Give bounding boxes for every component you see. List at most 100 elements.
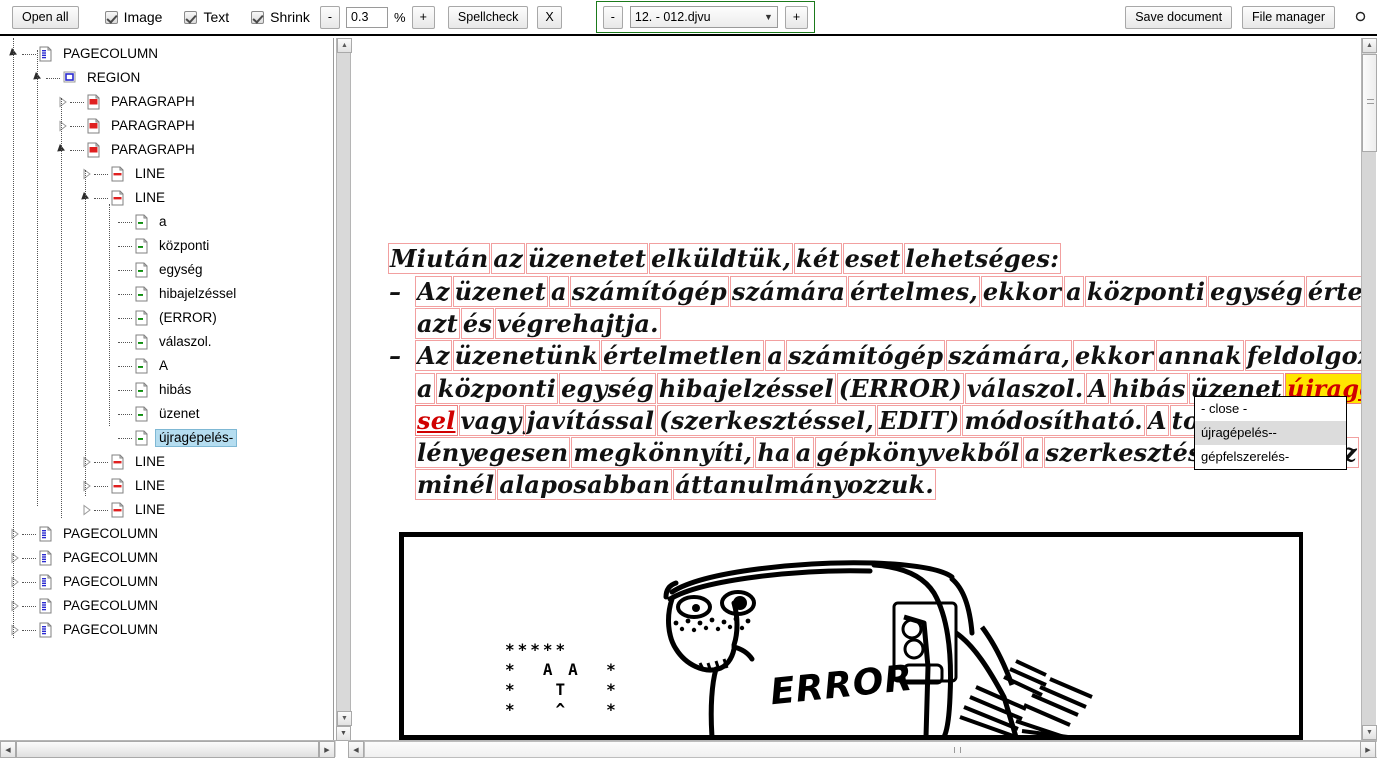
structure-tree-panel[interactable]: PAGECOLUMN REGION PARAGRAPH PARAGRAPH PARAGR… — [0, 38, 334, 740]
tree-node[interactable]: hibajelzéssel — [0, 282, 333, 306]
file-manager-button[interactable]: File manager — [1242, 5, 1335, 29]
checkbox-image-box[interactable] — [104, 10, 118, 24]
document-scroll-up-button[interactable]: ▲ — [1362, 38, 1377, 53]
spellcheck-suggestion-popup[interactable]: - close - újragépelés-- gépfelszerelés- — [1194, 396, 1347, 470]
expander-open-icon[interactable] — [80, 192, 92, 204]
structure-tree[interactable]: PAGECOLUMN REGION PARAGRAPH PARAGRAPH PARAGR… — [0, 38, 333, 642]
checkbox-image[interactable]: Image — [104, 9, 162, 25]
tree-vertical-scrollbar[interactable]: ▲ ▼ — [336, 38, 352, 726]
main-toolbar: Open all Image Text Shrink - % + Spellch… — [0, 0, 1377, 36]
tree-horizontal-scrollbar[interactable]: ◀ ▶ — [0, 740, 336, 758]
tree-node[interactable]: hibás — [0, 378, 333, 402]
save-document-button[interactable]: Save document — [1125, 5, 1233, 29]
document-vertical-scrollbar[interactable]: ▲ ▼ — [1361, 38, 1377, 740]
document-vscroll-thumb[interactable] — [1362, 54, 1377, 152]
close-spellcheck-button[interactable]: X — [537, 5, 562, 29]
checkbox-text-box[interactable] — [184, 10, 198, 24]
tree-node[interactable]: PAGECOLUMN — [0, 546, 333, 570]
tree-guide-line — [13, 38, 14, 638]
tree-node[interactable]: PAGECOLUMN — [0, 42, 333, 66]
word-icon — [135, 382, 150, 399]
tree-node[interactable]: PAGECOLUMN — [0, 522, 333, 546]
tree-scroll-left-button[interactable]: ◀ — [0, 741, 16, 758]
tree-guide-line — [109, 204, 110, 426]
suggestion-item[interactable]: - close - — [1195, 397, 1346, 421]
tree-scroll-up-button[interactable]: ▲ — [337, 38, 352, 53]
tree-scroll-right-button[interactable]: ▶ — [319, 741, 335, 758]
document-scroll-left-button[interactable]: ◀ — [348, 741, 364, 758]
expander-closed-icon[interactable] — [8, 600, 20, 612]
tree-connector-line — [22, 629, 36, 631]
checkbox-text[interactable]: Text — [184, 9, 229, 25]
tree-node[interactable]: a — [0, 210, 333, 234]
document-horizontal-scrollbar[interactable]: ◀ ▶ — [348, 740, 1377, 758]
open-all-button[interactable]: Open all — [12, 5, 79, 29]
tree-node-label: LINE — [135, 502, 166, 517]
tree-node[interactable]: A — [0, 354, 333, 378]
tree-node-label: PARAGRAPH — [111, 142, 195, 157]
expander-closed-icon[interactable] — [8, 576, 20, 588]
document-hscroll-thumb[interactable] — [364, 741, 1377, 758]
word-icon — [135, 214, 150, 231]
tree-node[interactable]: PARAGRAPH — [0, 114, 333, 138]
tree-node[interactable]: PAGECOLUMN — [0, 618, 333, 642]
expander-closed-icon[interactable] — [80, 168, 92, 180]
page-prev-button[interactable]: - — [602, 5, 623, 29]
line-icon — [111, 166, 126, 183]
tree-connector-line — [118, 413, 132, 415]
document-scroll-right-button[interactable]: ▶ — [1360, 741, 1376, 758]
tree-node[interactable]: üzenet — [0, 402, 333, 426]
tree-node[interactable]: LINE — [0, 474, 333, 498]
expander-closed-icon[interactable] — [8, 552, 20, 564]
tree-node[interactable]: LINE — [0, 498, 333, 522]
expander-closed-icon[interactable] — [80, 504, 92, 516]
paragraph-icon — [87, 94, 102, 111]
tree-node-selected[interactable]: újragépelés- — [0, 426, 333, 450]
tree-node[interactable]: PAGECOLUMN — [0, 570, 333, 594]
expander-open-icon[interactable] — [8, 48, 20, 60]
expander-closed-icon[interactable] — [80, 480, 92, 492]
zoom-decrease-button[interactable]: - — [319, 5, 341, 29]
checkbox-shrink[interactable]: Shrink — [251, 9, 310, 25]
tree-node[interactable]: LINE — [0, 186, 333, 210]
tree-connector-line — [118, 341, 132, 343]
suggestion-item-active[interactable]: újragépelés-- — [1195, 421, 1346, 445]
expander-closed-icon[interactable] — [8, 624, 20, 636]
expander-closed-icon[interactable] — [56, 96, 68, 108]
expander-open-icon[interactable] — [56, 144, 68, 156]
tree-node[interactable]: PARAGRAPH — [0, 138, 333, 162]
suggestion-item[interactable]: gépfelszerelés- — [1195, 445, 1346, 469]
expander-closed-icon[interactable] — [80, 456, 92, 468]
expander-closed-icon[interactable] — [8, 528, 20, 540]
paragraph-icon — [87, 118, 102, 135]
tree-scroll-down-button[interactable]: ▼ — [337, 711, 352, 726]
tree-node[interactable]: LINE — [0, 450, 333, 474]
tree-node[interactable]: PAGECOLUMN — [0, 594, 333, 618]
tree-connector-line — [118, 317, 132, 319]
tree-node[interactable]: PARAGRAPH — [0, 90, 333, 114]
zoom-increase-button[interactable]: + — [411, 5, 435, 29]
expander-closed-icon[interactable] — [56, 120, 68, 132]
tree-node[interactable]: válaszol. — [0, 330, 333, 354]
checkbox-shrink-box[interactable] — [251, 10, 265, 24]
zoom-value-input[interactable] — [346, 6, 389, 28]
tree-hscroll-thumb[interactable] — [16, 741, 319, 758]
pagecolumn-icon — [39, 526, 54, 543]
tree-node-label: PAGECOLUMN — [63, 574, 159, 589]
tree-pane-down-button[interactable]: ▼ — [336, 726, 351, 741]
page-select-dropdown[interactable]: 12. - 012.djvu ▼ — [629, 6, 778, 28]
document-scroll-down-button[interactable]: ▼ — [1362, 725, 1377, 740]
word-icon — [135, 430, 150, 447]
expander-open-icon[interactable] — [32, 72, 44, 84]
checkbox-text-label: Text — [203, 9, 230, 25]
ascii-art-face: ***** * A A * * T * * ^ * — [505, 640, 619, 719]
tree-node[interactable]: (ERROR) — [0, 306, 333, 330]
spellcheck-button[interactable]: Spellcheck — [447, 5, 529, 29]
pagecolumn-icon — [39, 574, 54, 591]
tree-node[interactable]: egység — [0, 258, 333, 282]
tree-node[interactable]: REGION — [0, 66, 333, 90]
tree-node[interactable]: központi — [0, 234, 333, 258]
tree-node[interactable]: LINE — [0, 162, 333, 186]
tree-connector-line — [118, 245, 132, 247]
page-next-button[interactable]: + — [784, 5, 809, 29]
